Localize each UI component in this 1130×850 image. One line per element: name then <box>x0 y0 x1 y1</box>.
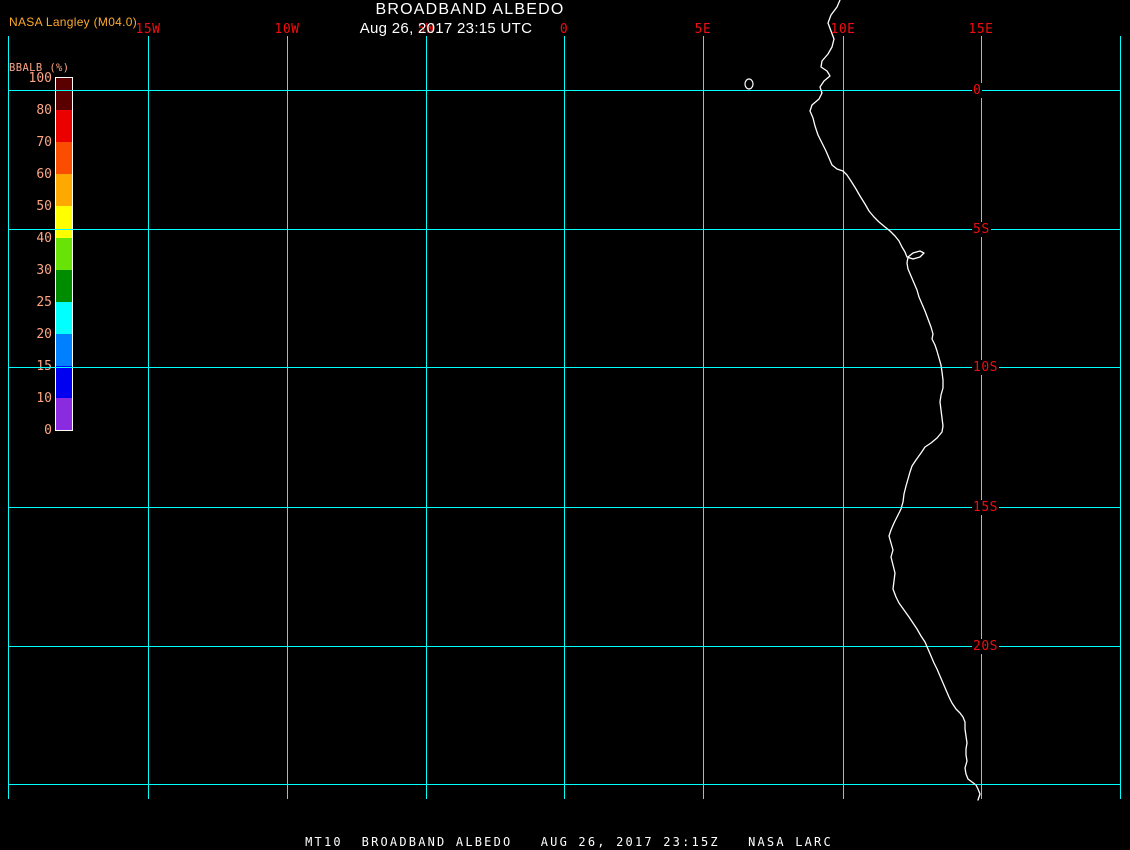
grid-meridian <box>981 36 982 799</box>
page-title: BROADBAND ALBEDO <box>375 1 565 18</box>
legend-tick-label: 10 <box>36 391 52 406</box>
legend-segment <box>56 398 72 430</box>
coastline-svg <box>744 0 981 801</box>
legend-tick-label: 70 <box>36 135 52 150</box>
legend-color-bar <box>55 77 73 431</box>
legend-segment <box>56 78 72 110</box>
grid-meridian <box>1120 36 1121 799</box>
longitude-label: 15E <box>968 22 994 37</box>
grid-meridian <box>703 36 704 799</box>
sao-tome-island-icon <box>744 78 754 90</box>
grid-meridian <box>148 36 149 799</box>
legend-tick-label: 25 <box>36 295 52 310</box>
grid-parallel <box>8 784 1120 785</box>
legend-tick-label: 60 <box>36 167 52 182</box>
legend-segment <box>56 142 72 174</box>
legend-tick-label: 50 <box>36 199 52 214</box>
grid-parallel <box>8 507 1120 508</box>
legend-segment <box>56 206 72 238</box>
grid-parallel <box>8 90 1120 91</box>
legend-segment <box>56 238 72 270</box>
legend-tick-label: 0 <box>44 423 52 438</box>
latitude-label: 15S <box>972 500 999 515</box>
grid-parallel <box>8 646 1120 647</box>
grid-parallel <box>8 367 1120 368</box>
longitude-label: 5E <box>694 22 712 37</box>
legend-segment <box>56 110 72 142</box>
legend-segment <box>56 270 72 302</box>
coastline-path <box>809 0 981 801</box>
longitude-label: 10E <box>830 22 856 37</box>
grid-meridian <box>287 36 288 799</box>
footer-caption: MT10 BROADBAND ALBEDO AUG 26, 2017 23:15… <box>305 835 833 849</box>
legend-tick-label: 30 <box>36 263 52 278</box>
map-canvas: NASA Langley (M04.0) BROADBAND ALBEDO Au… <box>0 0 1130 850</box>
longitude-label: 15W <box>135 22 161 37</box>
grid-meridian <box>426 36 427 799</box>
latitude-label: 20S <box>972 639 999 654</box>
legend-segment <box>56 174 72 206</box>
grid-meridian <box>8 36 9 799</box>
legend-segment <box>56 366 72 398</box>
longitude-label: 0 <box>559 22 569 37</box>
latitude-label: 0 <box>972 83 983 98</box>
legend-tick-label: 20 <box>36 327 52 342</box>
credit-label: NASA Langley (M04.0) <box>9 15 138 29</box>
legend-tick-label: 40 <box>36 231 52 246</box>
grid-parallel <box>8 229 1120 230</box>
longitude-label: 10W <box>274 22 300 37</box>
legend-tick-label: 80 <box>36 103 52 118</box>
legend-segment <box>56 302 72 334</box>
grid-meridian <box>564 36 565 799</box>
legend-segment <box>56 334 72 366</box>
grid-meridian <box>843 36 844 799</box>
page-subtitle: Aug 26, 2017 23:15 UTC <box>359 20 533 37</box>
latitude-label: 10S <box>972 360 999 375</box>
legend-title: BBALB (%) <box>9 62 70 74</box>
latitude-label: 5S <box>972 222 991 237</box>
